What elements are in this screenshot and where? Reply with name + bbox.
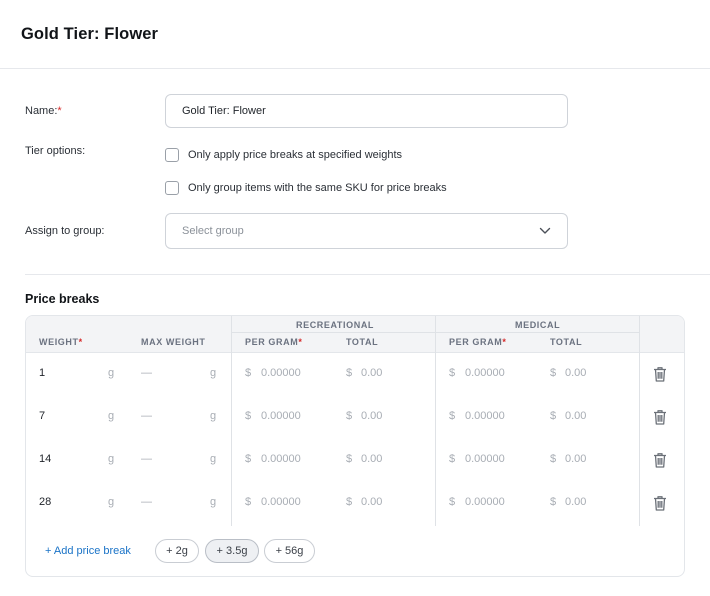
trash-icon[interactable]	[653, 452, 667, 468]
rec-per-gram-header: PER GRAM*	[245, 337, 303, 347]
option-same-sku[interactable]: Only group items with the same SKU for p…	[165, 180, 447, 196]
rec-total-input[interactable]: 0.00	[361, 367, 382, 379]
med-total-currency: $	[550, 453, 557, 465]
rec-total-currency: $	[346, 410, 353, 422]
rec-currency: $	[245, 496, 252, 508]
group-select[interactable]: Select group	[165, 213, 568, 249]
max-weight-input[interactable]: —	[141, 367, 152, 379]
medical-header: MEDICAL	[515, 320, 561, 330]
max-weight-unit: g	[210, 410, 217, 422]
max-weight-header: MAX WEIGHT	[141, 337, 206, 347]
chevron-down-icon	[539, 227, 551, 234]
med-total-currency: $	[550, 367, 557, 379]
assign-group-label: Assign to group:	[25, 225, 105, 237]
tier-options-label: Tier options:	[25, 145, 86, 157]
price-breaks-title: Price breaks	[25, 292, 100, 306]
rec-total-currency: $	[346, 453, 353, 465]
table-row: 28 g — g $0.00000 $0.00 $0.00000 $0.00	[26, 482, 684, 525]
max-weight-unit: g	[210, 496, 217, 508]
med-currency: $	[449, 496, 456, 508]
med-total-input[interactable]: 0.00	[565, 496, 586, 508]
table-header: WEIGHT* MAX WEIGHT RECREATIONAL PER GRAM…	[26, 316, 684, 353]
add-3-5g-chip[interactable]: + 3.5g	[205, 539, 259, 563]
weight-input[interactable]: 7	[39, 410, 45, 422]
weight-input[interactable]: 1	[39, 367, 45, 379]
trash-icon[interactable]	[653, 409, 667, 425]
med-per-gram-input[interactable]: 0.00000	[465, 496, 505, 508]
max-weight-input[interactable]: —	[141, 453, 152, 465]
weight-unit: g	[108, 496, 115, 508]
rec-currency: $	[245, 367, 252, 379]
med-per-gram-input[interactable]: 0.00000	[465, 367, 505, 379]
option-specified-weights-label: Only apply price breaks at specified wei…	[188, 149, 402, 161]
weight-header: WEIGHT*	[39, 337, 83, 347]
med-total-input[interactable]: 0.00	[565, 367, 586, 379]
checkbox-same-sku[interactable]	[165, 181, 179, 195]
med-per-gram-input[interactable]: 0.00000	[465, 410, 505, 422]
option-same-sku-label: Only group items with the same SKU for p…	[188, 182, 447, 194]
max-weight-input[interactable]: —	[141, 496, 152, 508]
add-price-break-link[interactable]: + Add price break	[45, 545, 131, 557]
rec-per-gram-input[interactable]: 0.00000	[261, 496, 301, 508]
group-select-placeholder: Select group	[182, 225, 244, 237]
rec-total-input[interactable]: 0.00	[361, 410, 382, 422]
weight-unit: g	[108, 367, 115, 379]
weight-input[interactable]: 14	[39, 453, 51, 465]
rec-total-input[interactable]: 0.00	[361, 453, 382, 465]
table-row: 7 g — g $0.00000 $0.00 $0.00000 $0.00	[26, 396, 684, 439]
section-divider	[25, 274, 710, 275]
rec-currency: $	[245, 410, 252, 422]
trash-icon[interactable]	[653, 366, 667, 382]
rec-total-input[interactable]: 0.00	[361, 496, 382, 508]
rec-total-currency: $	[346, 496, 353, 508]
rec-per-gram-input[interactable]: 0.00000	[261, 453, 301, 465]
add-56g-chip[interactable]: + 56g	[264, 539, 315, 563]
rec-per-gram-input[interactable]: 0.00000	[261, 367, 301, 379]
med-total-currency: $	[550, 496, 557, 508]
trash-icon[interactable]	[653, 495, 667, 511]
add-2g-chip[interactable]: + 2g	[155, 539, 199, 563]
med-per-gram-header: PER GRAM*	[449, 337, 507, 347]
rec-per-gram-input[interactable]: 0.00000	[261, 410, 301, 422]
checkbox-specified-weights[interactable]	[165, 148, 179, 162]
med-total-header: TOTAL	[550, 337, 583, 347]
price-breaks-table: WEIGHT* MAX WEIGHT RECREATIONAL PER GRAM…	[25, 315, 685, 577]
med-total-input[interactable]: 0.00	[565, 453, 586, 465]
rec-total-header: TOTAL	[346, 337, 379, 347]
med-currency: $	[449, 367, 456, 379]
recreational-header: RECREATIONAL	[296, 320, 375, 330]
option-specified-weights[interactable]: Only apply price breaks at specified wei…	[165, 147, 402, 163]
max-weight-unit: g	[210, 453, 217, 465]
weight-unit: g	[108, 410, 115, 422]
table-row: 1 g — g $0.00000 $0.00 $0.00000 $0.00	[26, 353, 684, 396]
med-total-currency: $	[550, 410, 557, 422]
med-total-input[interactable]: 0.00	[565, 410, 586, 422]
med-currency: $	[449, 453, 456, 465]
name-label: Name:*	[25, 105, 62, 117]
med-currency: $	[449, 410, 456, 422]
max-weight-unit: g	[210, 367, 217, 379]
weight-unit: g	[108, 453, 115, 465]
weight-input[interactable]: 28	[39, 496, 51, 508]
rec-total-currency: $	[346, 367, 353, 379]
med-per-gram-input[interactable]: 0.00000	[465, 453, 505, 465]
page-header: Gold Tier: Flower	[0, 0, 710, 69]
page-title: Gold Tier: Flower	[21, 25, 159, 43]
required-marker: *	[57, 105, 62, 117]
name-input[interactable]: Gold Tier: Flower	[165, 94, 568, 128]
max-weight-input[interactable]: —	[141, 410, 152, 422]
table-row: 14 g — g $0.00000 $0.00 $0.00000 $0.00	[26, 439, 684, 482]
rec-currency: $	[245, 453, 252, 465]
